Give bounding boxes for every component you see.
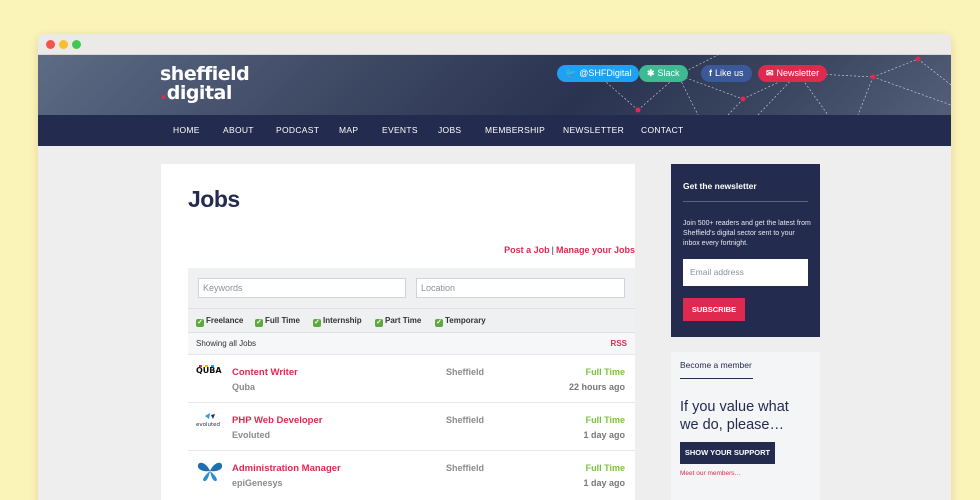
show-your-support-button[interactable]: SHOW YOUR SUPPORT: [680, 442, 775, 464]
site-logo[interactable]: sheffield .digital: [160, 65, 250, 103]
job-location: Sheffield: [446, 367, 485, 377]
newsletter-signup-panel: Get the newsletter Join 500+ readers and…: [671, 164, 820, 337]
job-filters: Keywords Location ✓ Freelance ✓ Full Time …: [188, 268, 635, 354]
site-header: sheffield .digital 🐦 @SHFDigital ✱ Slack f…: [38, 55, 951, 115]
browser-window: sheffield .digital 🐦 @SHFDigital ✱ Slack f…: [38, 34, 951, 500]
facebook-label: Like us: [715, 68, 744, 78]
filter-label: Full Time: [265, 316, 300, 325]
job-actions: Post a Job | Manage your Jobs: [504, 245, 635, 255]
nav-home[interactable]: HOME: [173, 115, 200, 146]
main-navigation: HOME ABOUT PODCAST MAP EVENTS JOBS MEMBE…: [38, 115, 951, 146]
logo-digital: digital: [166, 82, 233, 104]
logo-dot: .: [160, 82, 167, 104]
checkbox-checked-icon: ✓: [313, 319, 321, 327]
job-company: epiGenesys: [232, 478, 283, 488]
meet-members-link[interactable]: Meet our members…: [680, 470, 741, 477]
job-title[interactable]: Content Writer: [232, 367, 298, 378]
window-titlebar: [38, 34, 951, 55]
checkbox-checked-icon: ✓: [196, 319, 204, 327]
twitter-button[interactable]: 🐦 @SHFDigital: [557, 65, 640, 82]
divider: [683, 201, 808, 202]
twitter-label: @SHFDigital: [579, 68, 632, 78]
nav-contact[interactable]: CONTACT: [641, 115, 684, 146]
job-posted-time: 1 day ago: [583, 478, 625, 488]
checkbox-checked-icon: ✓: [435, 319, 443, 327]
listing-status-bar: Showing all Jobs RSS: [188, 332, 635, 354]
newsletter-title: Get the newsletter: [683, 181, 757, 191]
job-company: Evoluted: [232, 430, 271, 440]
filter-freelance[interactable]: ✓ Freelance: [196, 316, 243, 327]
quba-logo: QUBA: [196, 365, 222, 375]
nav-about[interactable]: ABOUT: [223, 115, 254, 146]
nav-membership[interactable]: MEMBERSHIP: [485, 115, 545, 146]
job-row[interactable]: QUBA Content Writer Quba Sheffield Full …: [188, 354, 635, 402]
epigenesys-logo: [197, 462, 223, 482]
quba-logo-text: QUBA: [196, 366, 222, 375]
nav-map[interactable]: MAP: [339, 115, 358, 146]
job-row[interactable]: evoluted PHP Web Developer Evoluted Shef…: [188, 402, 635, 450]
facebook-icon: f: [709, 68, 712, 78]
job-type: Full Time: [585, 415, 625, 425]
filter-label: Internship: [323, 316, 362, 325]
job-company: Quba: [232, 382, 256, 392]
listing-status: Showing all Jobs: [196, 339, 257, 348]
newsletter-description: Join 500+ readers and get the latest fro…: [683, 220, 811, 247]
slack-button[interactable]: ✱ Slack: [639, 65, 688, 82]
rss-link[interactable]: RSS: [611, 339, 627, 348]
manage-jobs-link[interactable]: Manage your Jobs: [556, 245, 635, 255]
filter-internship[interactable]: ✓ Internship: [313, 316, 362, 327]
nav-events[interactable]: EVENTS: [382, 115, 418, 146]
minimize-window-button[interactable]: [59, 40, 68, 49]
job-posted-time: 1 day ago: [583, 430, 625, 440]
evoluted-logo-text: evoluted: [196, 422, 220, 428]
slack-icon: ✱: [647, 68, 655, 78]
twitter-icon: 🐦: [565, 68, 577, 78]
filter-temporary[interactable]: ✓ Temporary: [435, 316, 486, 327]
subscribe-button[interactable]: SUBSCRIBE: [683, 298, 745, 321]
nav-jobs[interactable]: JOBS: [438, 115, 461, 146]
job-location: Sheffield: [446, 463, 485, 473]
checkbox-checked-icon: ✓: [375, 319, 383, 327]
job-type-filters: ✓ Freelance ✓ Full Time ✓ Internship ✓ Part …: [188, 308, 635, 332]
job-row[interactable]: Administration Manager epiGenesys Sheffi…: [188, 450, 635, 498]
filter-full-time[interactable]: ✓ Full Time: [255, 316, 300, 327]
location-input[interactable]: Location: [416, 278, 625, 298]
facebook-button[interactable]: f Like us: [701, 65, 752, 82]
filter-label: Temporary: [445, 316, 486, 325]
job-posted-time: 22 hours ago: [568, 382, 625, 392]
page-title: Jobs: [188, 186, 240, 212]
membership-tagline: If you value what we do, please…: [680, 399, 789, 433]
filter-label: Freelance: [206, 316, 244, 325]
nav-podcast[interactable]: PODCAST: [276, 115, 319, 146]
filter-part-time[interactable]: ✓ Part Time: [375, 316, 421, 327]
job-title[interactable]: PHP Web Developer: [232, 415, 322, 426]
job-type: Full Time: [585, 367, 625, 377]
close-window-button[interactable]: [46, 40, 55, 49]
keywords-input[interactable]: Keywords: [198, 278, 406, 298]
evoluted-logo: evoluted: [196, 413, 220, 428]
filter-label: Part Time: [385, 316, 422, 325]
job-title[interactable]: Administration Manager: [232, 463, 341, 474]
checkbox-checked-icon: ✓: [255, 319, 263, 327]
post-job-link[interactable]: Post a Job: [504, 245, 550, 255]
membership-title: Become a member: [680, 360, 752, 370]
mail-icon: ✉: [766, 68, 774, 78]
membership-panel: Become a member If you value what we do,…: [671, 352, 820, 500]
jobs-panel: Jobs Post a Job | Manage your Jobs Keyword…: [161, 164, 635, 500]
nav-newsletter[interactable]: NEWSLETTER: [563, 115, 624, 146]
newsletter-label: Newsletter: [776, 68, 820, 78]
job-type: Full Time: [585, 463, 625, 473]
divider: [680, 378, 753, 379]
job-location: Sheffield: [446, 415, 485, 425]
slack-label: Slack: [657, 68, 680, 78]
logo-line-2: .digital: [160, 84, 249, 103]
maximize-window-button[interactable]: [72, 40, 81, 49]
newsletter-button[interactable]: ✉ Newsletter: [758, 65, 828, 82]
email-field[interactable]: Email address: [683, 259, 808, 286]
